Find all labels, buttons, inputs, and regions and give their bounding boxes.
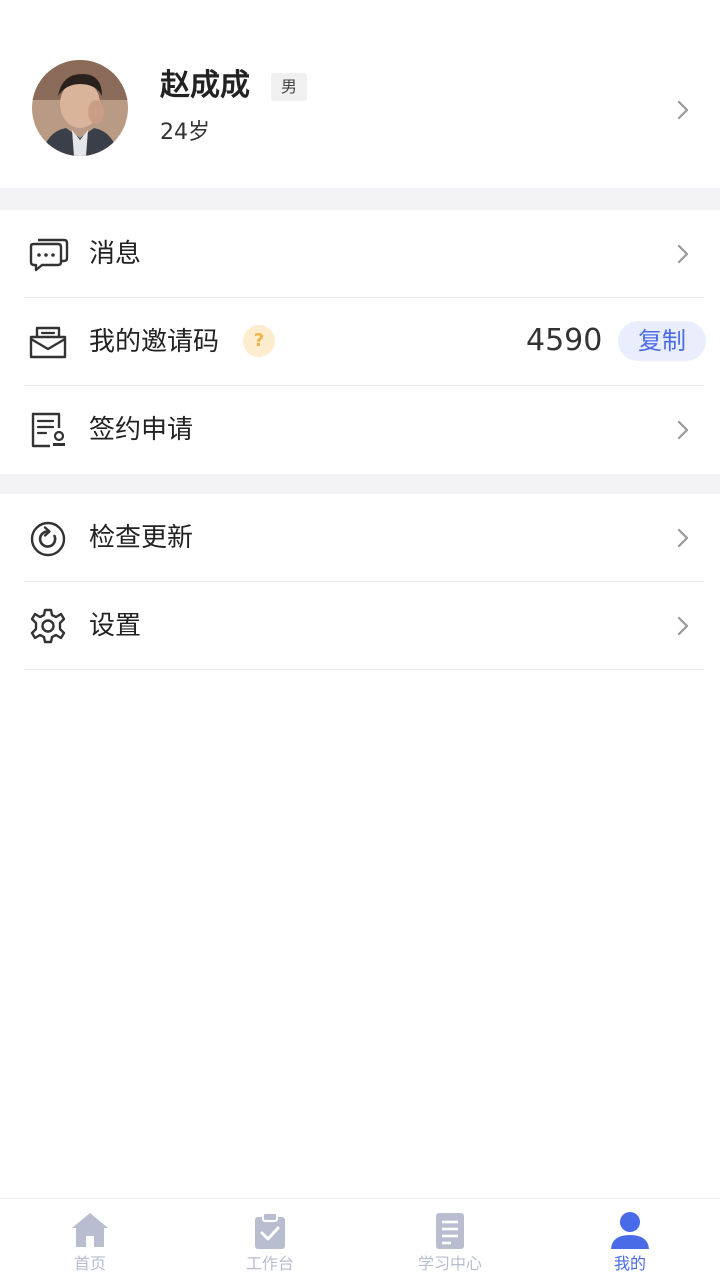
home-icon (69, 1209, 111, 1251)
tab-label: 首页 (73, 1254, 106, 1273)
chevron-right-icon (670, 418, 694, 442)
copy-button[interactable]: 复制 (618, 321, 706, 361)
clipboard-icon (249, 1209, 291, 1251)
menu-item-check-update[interactable]: 检查更新 (0, 494, 720, 582)
tab-workbench[interactable]: 工作台 (180, 1199, 360, 1280)
menu-item-contract-application[interactable]: 签约申请 (0, 386, 720, 474)
menu-item-label: 签约申请 (89, 415, 194, 445)
contract-icon (26, 408, 70, 452)
person-icon (609, 1209, 651, 1251)
chevron-right-icon (670, 242, 694, 266)
section-divider (0, 188, 720, 210)
chevron-right-icon (670, 614, 694, 638)
menu-item-invite-code: 我的邀请码 ? 4590 复制 (0, 298, 720, 386)
gear-icon (26, 604, 70, 648)
help-icon[interactable]: ? (243, 325, 275, 357)
bottom-tab-bar: 首页 工作台 学习中心 我的 (0, 1198, 720, 1280)
message-icon (26, 232, 70, 276)
profile-name: 赵成成 (160, 68, 250, 103)
document-icon (429, 1209, 471, 1251)
refresh-icon (26, 516, 70, 560)
avatar (32, 60, 128, 156)
menu-item-settings[interactable]: 设置 (0, 582, 720, 670)
tab-learning-center[interactable]: 学习中心 (360, 1199, 540, 1280)
menu-item-messages[interactable]: 消息 (0, 210, 720, 298)
section-divider (0, 474, 720, 494)
tab-label: 我的 (613, 1254, 646, 1273)
menu-item-label: 检查更新 (89, 523, 194, 553)
tab-home[interactable]: 首页 (0, 1199, 180, 1280)
invite-icon (26, 320, 70, 364)
invite-code-value: 4590 (526, 323, 603, 358)
divider (24, 669, 704, 670)
tab-mine[interactable]: 我的 (540, 1199, 720, 1280)
menu-item-label: 设置 (89, 611, 142, 641)
menu-item-label: 消息 (89, 239, 142, 269)
profile-age: 24岁 (160, 120, 210, 145)
profile-header[interactable]: 赵成成 男 24岁 (0, 0, 720, 188)
menu-item-label: 我的邀请码 (89, 327, 220, 357)
gender-badge: 男 (271, 73, 307, 101)
tab-label: 学习中心 (417, 1254, 482, 1273)
tab-label: 工作台 (245, 1254, 294, 1273)
chevron-right-icon (670, 98, 694, 122)
chevron-right-icon (670, 526, 694, 550)
